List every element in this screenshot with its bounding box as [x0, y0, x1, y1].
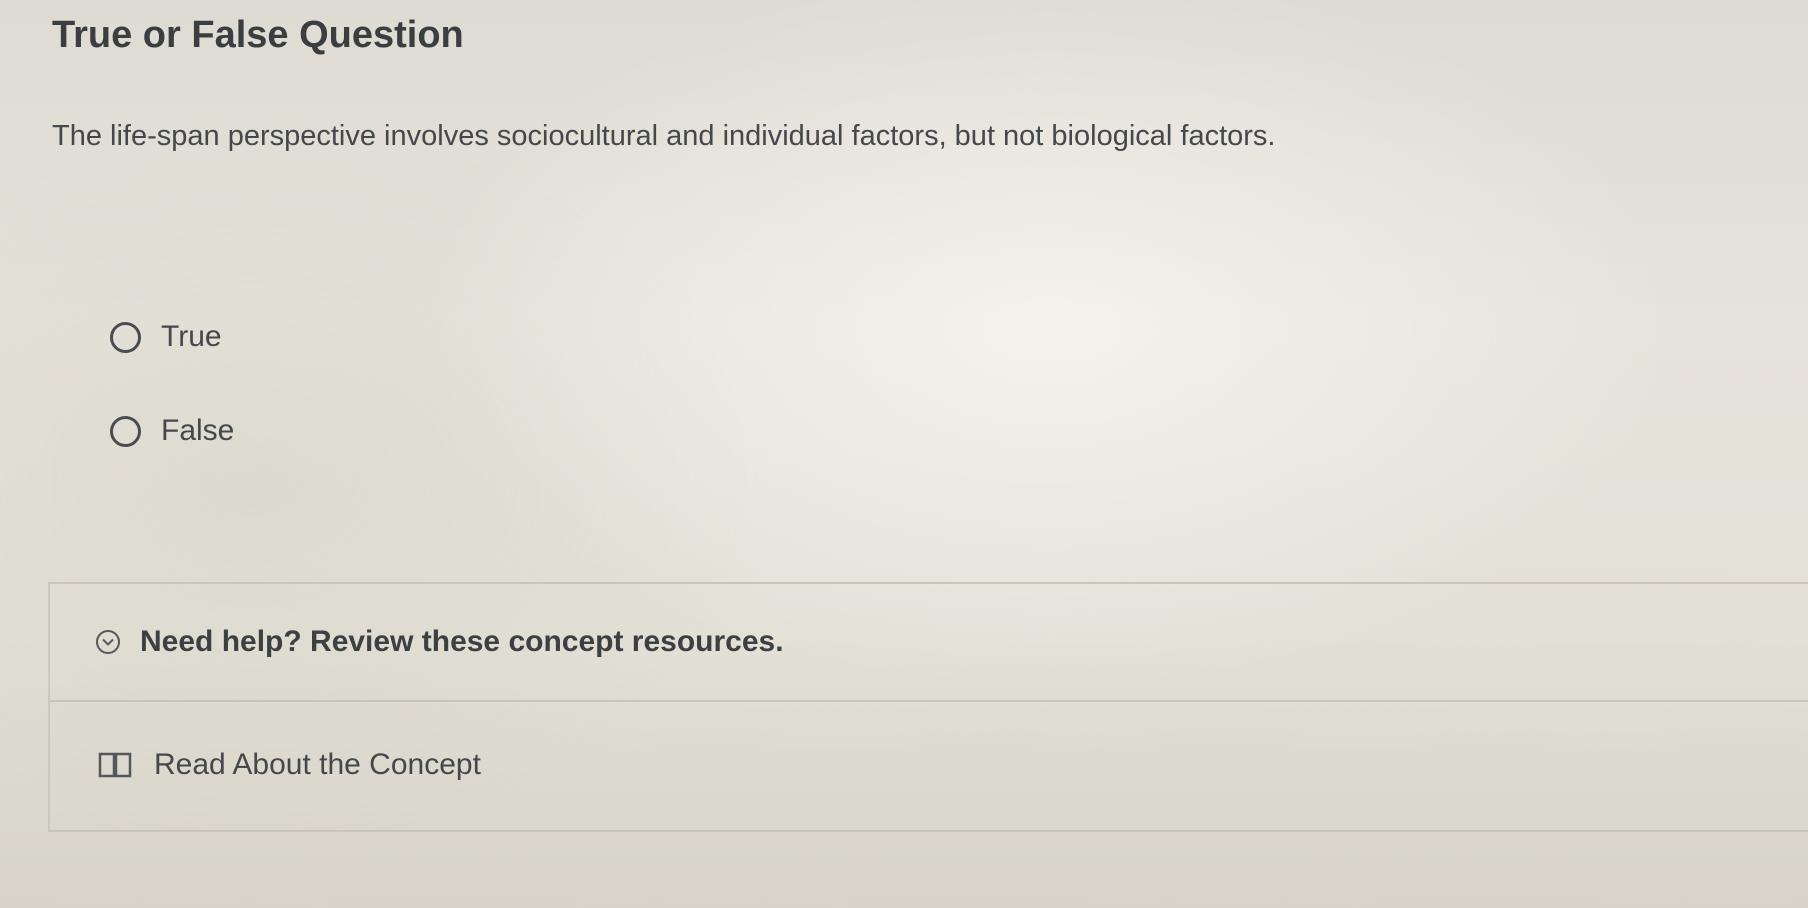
radio-false[interactable]: [110, 415, 141, 447]
help-panel: Need help? Review these concept resource…: [48, 582, 1808, 832]
option-true[interactable]: True: [110, 312, 234, 362]
answer-options: True False: [110, 312, 234, 500]
book-icon: [98, 751, 134, 779]
option-false-label: False: [161, 414, 235, 447]
question-text: The life-span perspective involves socio…: [52, 120, 1276, 152]
radio-true[interactable]: [110, 321, 141, 353]
read-about-concept-label: Read About the Concept: [154, 747, 481, 781]
option-false[interactable]: False: [110, 406, 234, 456]
question-title: True or False Question: [52, 14, 464, 56]
read-about-concept-link[interactable]: Read About the Concept: [50, 702, 1808, 827]
help-toggle-label: Need help? Review these concept resource…: [140, 625, 784, 658]
chevron-down-icon[interactable]: [96, 630, 120, 654]
option-true-label: True: [161, 320, 222, 353]
help-toggle[interactable]: Need help? Review these concept resource…: [50, 584, 1808, 702]
